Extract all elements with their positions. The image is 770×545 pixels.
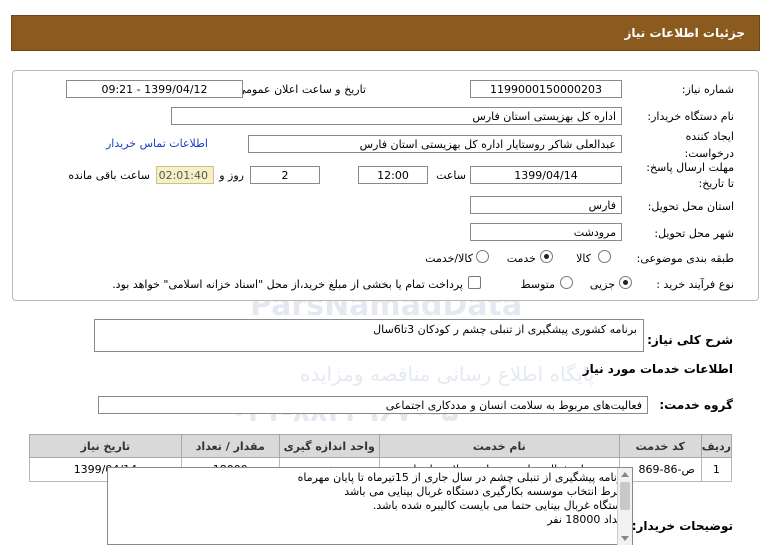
- buyer-notes-label: توضیحات خریدار:: [631, 519, 733, 533]
- category-option-goods: کالا: [576, 252, 591, 265]
- col-unit: واحد اندازه گیری: [278, 434, 380, 458]
- buyer-field: اداره کل بهزیستی استان فارس: [171, 107, 622, 125]
- creator-field: عبدالعلی شاکر روستایار اداره کل بهزیستی …: [248, 135, 622, 153]
- scroll-down-arrow-icon[interactable]: [621, 536, 629, 541]
- deadline-label: مهلت ارسال پاسخ: تا تاریخ:: [644, 160, 734, 192]
- countdown-timer: 02:01:40: [156, 166, 214, 184]
- page-title: جزئیات اطلاعات نیاز: [624, 26, 745, 40]
- category-radio-service[interactable]: [540, 250, 553, 263]
- service-group-label: گروه خدمت:: [659, 398, 733, 412]
- cell-row-number: 1: [700, 457, 733, 482]
- process-radio-minor[interactable]: [619, 276, 632, 289]
- creator-label-text: ایجاد کننده درخواست:: [684, 130, 734, 160]
- process-option-minor: جزیی: [589, 278, 615, 291]
- process-label: نوع فرآیند خرید :: [656, 278, 734, 291]
- col-row-number: ردیف: [700, 434, 733, 458]
- category-option-goods-service: کالا/خدمت: [425, 252, 473, 265]
- need-number-label: شماره نیاز:: [681, 83, 734, 96]
- deadline-label-text: مهلت ارسال پاسخ: تا تاریخ:: [646, 161, 734, 190]
- summary-label: شرح کلی نیاز:: [647, 333, 733, 347]
- category-label: طبقه بندی موضوعی:: [636, 252, 734, 265]
- announce-date-label: تاریخ و ساعت اعلان عمومی:: [233, 83, 366, 96]
- province-field: فارس: [470, 196, 622, 214]
- col-service-code: کد خدمت: [618, 434, 702, 458]
- buyer-contact-link[interactable]: اطلاعات تماس خریدار: [106, 137, 208, 150]
- col-quantity: مقدار / تعداد: [180, 434, 280, 458]
- buyer-notes-line: برنامه پیشگیری از تنبلی چشم در سال جاری …: [297, 471, 626, 484]
- buyer-notes-scrollbar[interactable]: [617, 468, 632, 545]
- buyer-notes-textarea[interactable]: برنامه پیشگیری از تنبلی چشم در سال جاری …: [107, 467, 633, 545]
- days-remaining-field: 2: [250, 166, 320, 184]
- col-need-date: تاریخ نیاز: [29, 434, 182, 458]
- deadline-date-field: 1399/04/14: [470, 166, 622, 184]
- scroll-up-arrow-icon[interactable]: [621, 472, 629, 477]
- category-option-service: خدمت: [506, 252, 536, 265]
- table-header-row: ردیف کد خدمت نام خدمت واحد اندازه گیری م…: [29, 434, 733, 458]
- service-group-field: فعالیت‌های مربوط به سلامت انسان و مددکار…: [98, 396, 648, 414]
- city-field: مرودشت: [470, 223, 622, 241]
- treasury-payment-text: پرداخت تمام یا بخشی از مبلغ خرید،از محل …: [112, 278, 463, 291]
- scroll-thumb[interactable]: [620, 482, 630, 510]
- province-label: استان محل تحویل:: [647, 200, 734, 213]
- deadline-time-label: ساعت: [436, 169, 466, 182]
- services-section-title: اطلاعات خدمات مورد نیاز: [582, 362, 733, 376]
- creator-label: ایجاد کننده درخواست:: [639, 128, 734, 162]
- category-radio-goods-service[interactable]: [476, 250, 489, 263]
- buyer-notes-line: تعداد 18000 نفر: [547, 513, 626, 526]
- watermark-line2: پایگاه اطلاع رسانی مناقصه ومزایده: [300, 362, 595, 386]
- process-radio-medium[interactable]: [560, 276, 573, 289]
- buyer-notes-line: دستگاه غربال بینایی حتما می بایست کالیبر…: [372, 499, 626, 512]
- city-label: شهر محل تحویل:: [654, 227, 734, 240]
- treasury-payment-checkbox[interactable]: [468, 276, 481, 289]
- summary-field: برنامه کشوری پیشگیری از تنبلی چشم ر کودک…: [94, 319, 644, 352]
- page-header: جزئیات اطلاعات نیاز: [11, 15, 760, 51]
- deadline-time-field: 12:00: [358, 166, 428, 184]
- col-service-name: نام خدمت: [378, 434, 620, 458]
- buyer-label: نام دستگاه خریدار:: [647, 110, 734, 123]
- buyer-notes-line: شرط انتخاب موسسه بکارگیری دستگاه غربال ب…: [344, 485, 626, 498]
- remaining-label: ساعت باقی مانده: [68, 169, 150, 182]
- need-number-field: 1199000150000203: [470, 80, 622, 98]
- category-radio-goods[interactable]: [598, 250, 611, 263]
- days-label: روز و: [219, 169, 244, 182]
- announce-date-field: 1399/04/12 - 09:21: [66, 80, 243, 98]
- process-option-medium: متوسط: [520, 278, 555, 291]
